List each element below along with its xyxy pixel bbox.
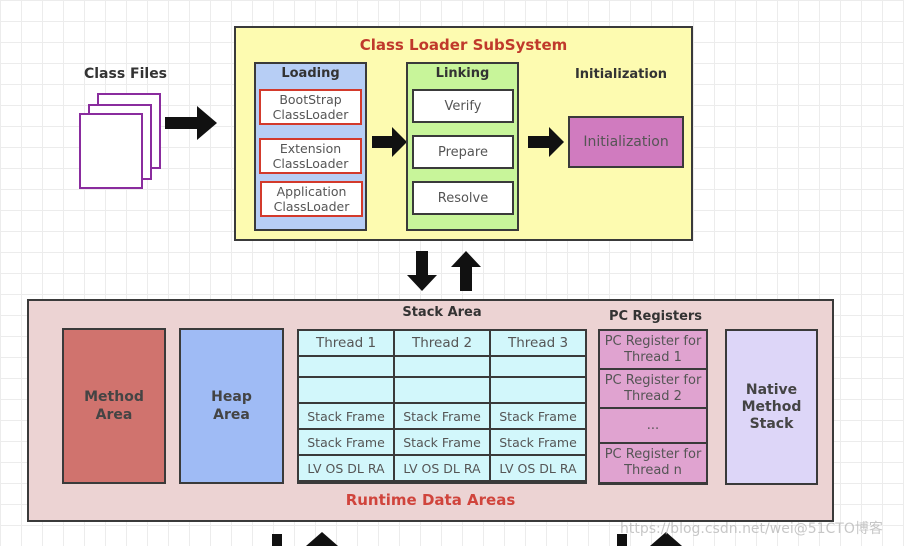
native-line1: Native bbox=[745, 381, 798, 398]
arrow-right-icon bbox=[528, 127, 564, 157]
thread-header: Thread 2 bbox=[395, 331, 489, 355]
arrow-up-icon bbox=[451, 251, 481, 291]
class-files-label: Class Files bbox=[83, 66, 168, 82]
loader-line2: ClassLoader bbox=[273, 199, 350, 214]
arrow-right-icon bbox=[165, 106, 217, 140]
loader-line1: Extension bbox=[279, 141, 342, 156]
linking-resolve: Resolve bbox=[412, 181, 514, 215]
class-file-page-front bbox=[79, 113, 143, 189]
thread-header: Thread 1 bbox=[299, 331, 393, 355]
empty-frame bbox=[395, 378, 489, 402]
pc-register-line2: Thread n bbox=[624, 463, 682, 478]
linking-prepare: Prepare bbox=[412, 135, 514, 169]
watermark: https://blog.csdn.net/wei@51CTO博客 bbox=[620, 521, 883, 537]
empty-frame bbox=[491, 357, 585, 376]
native-line2: Method bbox=[741, 398, 802, 415]
stack-frame: Stack Frame bbox=[395, 430, 489, 454]
arrow-up-icon bbox=[306, 532, 338, 546]
method-area-line1: Method bbox=[84, 389, 144, 405]
pc-register-line1: PC Register for bbox=[604, 333, 702, 349]
pc-register-line1: PC Register for bbox=[604, 447, 702, 462]
stack-area-grid: Thread 1 Thread 2 Thread 3 Stack Frame S… bbox=[297, 329, 587, 484]
initialization-box: Initialization bbox=[568, 116, 684, 168]
empty-frame bbox=[299, 378, 393, 402]
pc-register-line1: PC Register for bbox=[604, 372, 702, 388]
thread-header: Thread 3 bbox=[491, 331, 585, 355]
heap-area: Heap Area bbox=[179, 328, 284, 484]
loader-line1: Application bbox=[276, 184, 347, 199]
pc-registers: PC Register for Thread 1 PC Register for… bbox=[598, 329, 708, 485]
pc-register: PC Register for Thread n bbox=[600, 444, 706, 482]
frame-detail: LV OS DL RA bbox=[395, 456, 489, 480]
pc-registers-title: PC Registers bbox=[608, 309, 703, 324]
linking-verify: Verify bbox=[412, 89, 514, 123]
arrow-down-icon bbox=[407, 251, 437, 291]
linking-title: Linking bbox=[435, 66, 490, 81]
bootstrap-classloader: BootStrap ClassLoader bbox=[259, 89, 362, 125]
heap-area-line2: Area bbox=[213, 407, 250, 423]
stack-frame: Stack Frame bbox=[491, 404, 585, 428]
method-area-line2: Area bbox=[95, 407, 133, 423]
runtime-data-areas-title: Runtime Data Areas bbox=[345, 491, 516, 509]
empty-frame bbox=[299, 357, 393, 376]
loader-line1: BootStrap bbox=[279, 92, 342, 107]
initialization-title: Initialization bbox=[574, 67, 668, 82]
stack-frame: Stack Frame bbox=[491, 430, 585, 454]
arrow-down-icon bbox=[272, 534, 282, 546]
stack-frame: Stack Frame bbox=[395, 404, 489, 428]
pc-register-line2: Thread 2 bbox=[624, 388, 682, 404]
stack-area-title: Stack Area bbox=[402, 305, 482, 320]
loader-line2: ClassLoader bbox=[272, 107, 349, 122]
arrow-right-icon bbox=[372, 127, 407, 157]
application-classloader: Application ClassLoader bbox=[260, 181, 363, 217]
heap-area-line1: Heap bbox=[211, 389, 252, 405]
frame-detail: LV OS DL RA bbox=[491, 456, 585, 480]
pc-register-line2: Thread 1 bbox=[624, 349, 682, 365]
stack-frame: Stack Frame bbox=[299, 430, 393, 454]
native-line3: Stack bbox=[749, 415, 794, 432]
native-method-stack: Native Method Stack bbox=[725, 329, 818, 485]
pc-register: PC Register for Thread 1 bbox=[600, 331, 706, 368]
empty-frame bbox=[395, 357, 489, 376]
pc-register-ellipsis: ... bbox=[600, 409, 706, 442]
empty-frame bbox=[491, 378, 585, 402]
pc-register: PC Register for Thread 2 bbox=[600, 370, 706, 407]
pc-register-line1: ... bbox=[646, 417, 660, 433]
class-loader-subsystem-title: Class Loader SubSystem bbox=[359, 36, 568, 54]
stack-frame: Stack Frame bbox=[299, 404, 393, 428]
method-area: Method Area bbox=[62, 328, 166, 484]
loader-line2: ClassLoader bbox=[272, 156, 349, 171]
frame-detail: LV OS DL RA bbox=[299, 456, 393, 480]
loading-title: Loading bbox=[281, 66, 340, 81]
extension-classloader: Extension ClassLoader bbox=[259, 138, 362, 174]
